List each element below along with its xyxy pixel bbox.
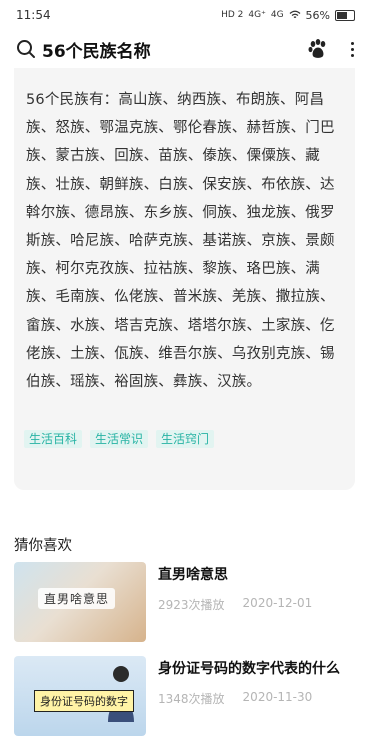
recommend-meta: 1348次播放 2020-11-30 [158,690,312,707]
status-signal-hd: HD 2 [221,10,244,20]
answer-card: 56个民族有：高山族、纳西族、布朗族、阿昌族、怒族、鄂温克族、鄂伦春族、赫哲族、… [14,68,355,490]
publish-date: 2020-11-30 [242,690,313,704]
thumbnail-caption: 直男啥意思 [38,588,116,609]
tag-life-tips[interactable]: 生活窍门 [156,430,215,448]
recommend-info: 身份证号码的数字代表的什么 1348次播放 2020-11-30 [146,656,355,736]
battery-icon [335,9,355,21]
more-icon[interactable] [347,41,357,57]
video-thumbnail[interactable]: 直男啥意思 [14,562,146,642]
publish-date: 2020-12-01 [242,596,313,610]
play-count: 2923次播放 [158,598,225,612]
thumbnail-caption: 身份证号码的数字 [34,690,134,712]
paw-icon[interactable] [307,38,329,60]
play-count: 1348次播放 [158,692,225,706]
status-signal-4g-plus: 4G⁺ [248,10,266,20]
recommend-meta: 2923次播放 2020-12-01 [158,596,312,613]
recommend-title[interactable]: 直男啥意思 [158,564,355,584]
wifi-icon [289,10,300,19]
tag-life-encyclopedia[interactable]: 生活百科 [24,430,83,448]
recommend-title[interactable]: 身份证号码的数字代表的什么 [158,658,355,678]
video-thumbnail[interactable]: 身份证号码的数字 [14,656,146,736]
tag-life-common-sense[interactable]: 生活常识 [90,430,149,448]
search-bar[interactable]: 56个民族名称 [0,30,369,68]
status-bar: 11:54 HD 2 4G⁺ 4G 56% [0,0,369,30]
recommend-item[interactable]: 身份证号码的数字 身份证号码的数字代表的什么 1348次播放 2020-11-3… [14,656,355,736]
status-signal-4g: 4G [270,10,284,20]
recommend-item[interactable]: 直男啥意思 直男啥意思 2923次播放 2020-12-01 [14,562,355,642]
search-query[interactable]: 56个民族名称 [42,37,307,62]
recommend-info: 直男啥意思 2923次播放 2020-12-01 [146,562,355,642]
status-time: 11:54 [16,8,51,22]
section-title-recommend: 猜你喜欢 [14,538,72,554]
battery-percent: 56% [305,8,330,22]
status-icons: HD 2 4G⁺ 4G 56% [221,9,355,22]
tag-list: 生活百科 生活常识 生活窍门 [24,430,215,448]
answer-text: 56个民族有：高山族、纳西族、布朗族、阿昌族、怒族、鄂温克族、鄂伦春族、赫哲族、… [26,92,335,391]
search-icon[interactable] [16,39,36,59]
